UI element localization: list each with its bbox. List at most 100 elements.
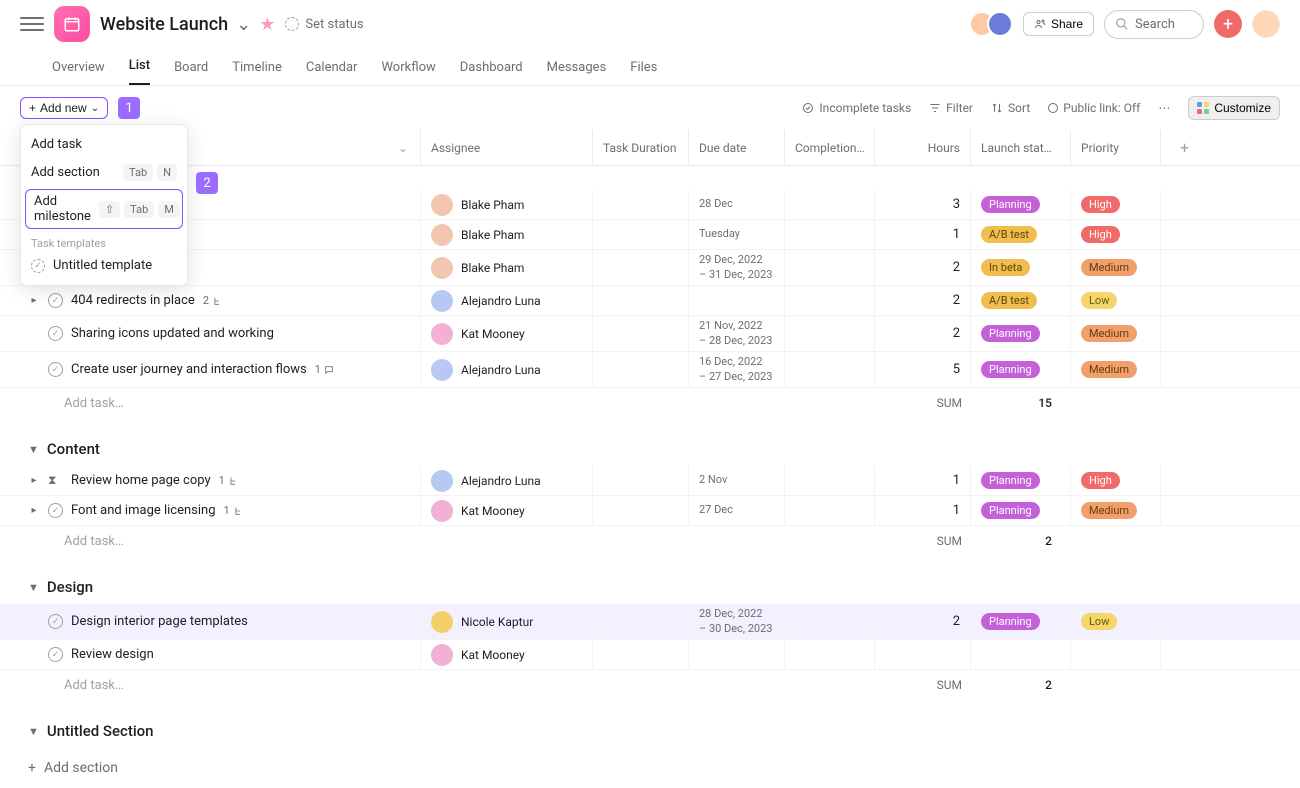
assignee-name[interactable]: Alejandro Luna: [461, 294, 541, 308]
hours-value[interactable]: [874, 640, 970, 669]
member-avatars[interactable]: [977, 11, 1013, 37]
check-circle-icon[interactable]: ✓: [48, 326, 63, 341]
col-due[interactable]: Due date: [688, 130, 784, 165]
incomplete-tasks-filter[interactable]: Incomplete tasks: [802, 101, 911, 115]
col-status[interactable]: Launch stat…: [970, 130, 1070, 165]
section-header[interactable]: ▼Design: [0, 568, 1300, 604]
assignee-name[interactable]: Kat Mooney: [461, 504, 525, 518]
task-title[interactable]: Sharing icons updated and working: [71, 326, 274, 341]
due-date[interactable]: 21 Nov, 2022– 28 Dec, 2023: [699, 319, 772, 348]
hours-value[interactable]: 1: [874, 496, 970, 525]
table-row[interactable]: ✓ Create user journey and interaction fl…: [0, 352, 1300, 388]
section-header[interactable]: ▼Untitled Section: [0, 712, 1300, 748]
hours-value[interactable]: 2: [874, 250, 970, 285]
add-task-input[interactable]: Add task…: [0, 388, 786, 418]
priority-pill[interactable]: Medium: [1081, 325, 1137, 342]
task-title[interactable]: Review home page copy: [71, 473, 211, 488]
col-assignee[interactable]: Assignee: [420, 130, 592, 165]
check-circle-icon[interactable]: ✓: [48, 362, 63, 377]
check-circle-icon[interactable]: ✓: [48, 614, 63, 629]
table-row[interactable]: ✓ Review design Kat Mooney: [0, 640, 1300, 670]
tab-board[interactable]: Board: [174, 60, 208, 85]
assignee-name[interactable]: Alejandro Luna: [461, 474, 541, 488]
dd-add-task[interactable]: Add task: [21, 131, 187, 158]
table-row[interactable]: ✓ Sharing icons updated and working Kat …: [0, 316, 1300, 352]
assignee-name[interactable]: Blake Pham: [461, 198, 524, 212]
status-pill[interactable]: Planning: [981, 502, 1040, 519]
task-title[interactable]: Review design: [71, 647, 154, 662]
more-options[interactable]: ⋯: [1158, 101, 1170, 115]
public-link-toggle[interactable]: Public link: Off: [1048, 101, 1140, 115]
add-task-input[interactable]: Add task…: [0, 526, 786, 556]
col-hours[interactable]: Hours: [874, 130, 970, 165]
assignee-name[interactable]: Blake Pham: [461, 261, 524, 275]
filter-button[interactable]: Filter: [929, 101, 973, 115]
section-header[interactable]: ▼Content: [0, 430, 1300, 466]
check-circle-icon[interactable]: ✓: [48, 503, 63, 518]
status-pill[interactable]: Planning: [981, 472, 1040, 489]
tab-calendar[interactable]: Calendar: [306, 60, 358, 85]
priority-pill[interactable]: Medium: [1081, 259, 1137, 276]
status-pill[interactable]: Planning: [981, 196, 1040, 213]
table-row[interactable]: ✓ d Blake Pham Tuesday 1 A/B test High: [0, 220, 1300, 250]
tab-timeline[interactable]: Timeline: [232, 60, 282, 85]
project-title[interactable]: Website Launch: [100, 14, 228, 35]
hours-value[interactable]: 3: [874, 190, 970, 219]
priority-pill[interactable]: High: [1081, 226, 1120, 243]
hours-value[interactable]: 2: [874, 286, 970, 315]
expand-icon[interactable]: ▸: [28, 505, 40, 516]
dd-add-section[interactable]: Add section Tab N: [21, 158, 187, 187]
tab-messages[interactable]: Messages: [547, 60, 607, 85]
chevron-down-icon[interactable]: ⌄: [236, 14, 251, 35]
check-circle-icon[interactable]: ✓: [48, 293, 63, 308]
due-date[interactable]: 28 Dec: [699, 197, 733, 211]
table-row[interactable]: ✓ Cookies notice 1 👍 Blake Pham 29 Dec, …: [0, 250, 1300, 286]
global-add-button[interactable]: +: [1214, 10, 1242, 38]
hours-value[interactable]: 2: [874, 316, 970, 351]
assignee-name[interactable]: Kat Mooney: [461, 327, 525, 341]
due-date[interactable]: 2 Nov: [699, 473, 727, 487]
menu-toggle[interactable]: [20, 12, 44, 36]
assignee-name[interactable]: Kat Mooney: [461, 648, 525, 662]
priority-pill[interactable]: High: [1081, 472, 1120, 489]
priority-pill[interactable]: Low: [1081, 613, 1117, 630]
task-title[interactable]: Create user journey and interaction flow…: [71, 362, 307, 377]
share-button[interactable]: Share: [1023, 12, 1094, 36]
due-date[interactable]: 28 Dec, 2022– 30 Dec, 2023: [699, 607, 772, 636]
status-pill[interactable]: Planning: [981, 361, 1040, 378]
set-status[interactable]: Set status: [285, 17, 363, 32]
table-row[interactable]: ✓ Design interior page templates Nicole …: [0, 604, 1300, 640]
status-pill[interactable]: A/B test: [981, 292, 1037, 309]
star-icon[interactable]: ★: [259, 14, 275, 35]
hours-value[interactable]: 1: [874, 220, 970, 249]
col-completion[interactable]: Completion…: [784, 130, 874, 165]
hours-value[interactable]: 2: [874, 604, 970, 639]
task-title[interactable]: 404 redirects in place: [71, 293, 195, 308]
status-pill[interactable]: Planning: [981, 325, 1040, 342]
table-row[interactable]: ▸ ⧗ Review home page copy 1 Alejandro Lu…: [0, 466, 1300, 496]
priority-pill[interactable]: Medium: [1081, 361, 1137, 378]
dd-untitled-template[interactable]: ✓ Untitled template: [21, 252, 187, 279]
tab-files[interactable]: Files: [630, 60, 657, 85]
status-pill[interactable]: A/B test: [981, 226, 1037, 243]
add-new-button[interactable]: + Add new ⌄: [20, 97, 108, 119]
tab-dashboard[interactable]: Dashboard: [460, 60, 523, 85]
table-row[interactable]: ✓ mkg team Blake Pham 28 Dec 3 Planning …: [0, 190, 1300, 220]
hours-value[interactable]: 1: [874, 466, 970, 495]
chevron-down-icon[interactable]: ⌄: [398, 141, 408, 155]
check-circle-icon[interactable]: ✓: [48, 647, 63, 662]
tab-workflow[interactable]: Workflow: [381, 60, 435, 85]
user-avatar[interactable]: [1252, 10, 1280, 38]
status-pill[interactable]: Planning: [981, 613, 1040, 630]
expand-icon[interactable]: ▸: [28, 475, 40, 486]
tab-overview[interactable]: Overview: [52, 60, 105, 85]
assignee-name[interactable]: Nicole Kaptur: [461, 615, 533, 629]
due-date[interactable]: 29 Dec, 2022– 31 Dec, 2023: [699, 253, 772, 282]
priority-pill[interactable]: Medium: [1081, 502, 1137, 519]
search-input[interactable]: Search: [1104, 10, 1204, 39]
task-title[interactable]: Design interior page templates: [71, 614, 248, 629]
customize-button[interactable]: Customize: [1188, 96, 1280, 120]
add-task-input[interactable]: Add task…: [0, 670, 786, 700]
table-row[interactable]: ▸ ✓ 404 redirects in place 2 Alejandro L…: [0, 286, 1300, 316]
sort-button[interactable]: Sort: [991, 101, 1030, 115]
